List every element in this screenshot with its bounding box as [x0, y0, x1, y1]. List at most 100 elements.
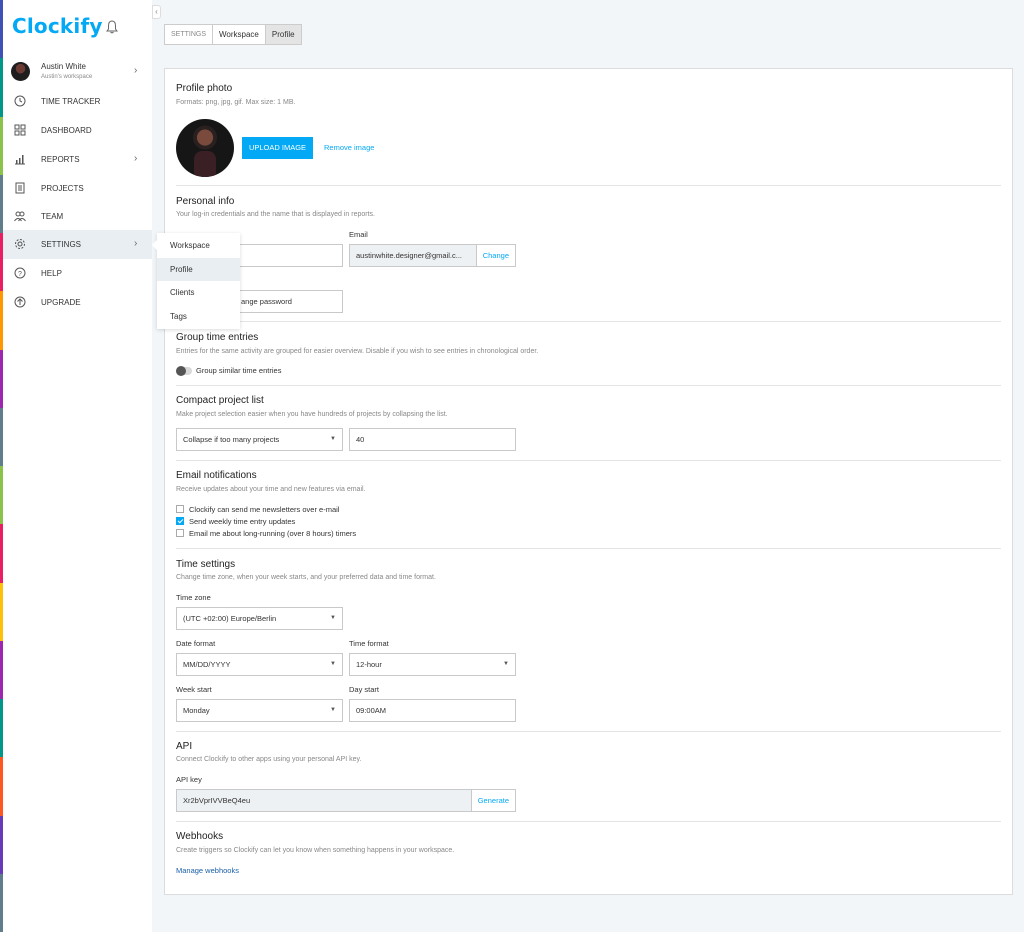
select-value: (UTC +02:00) Europe/Berlin — [183, 614, 277, 623]
section-subtitle: Connect Clockify to other apps using you… — [176, 756, 362, 763]
section-title-personal-info: Personal info — [176, 196, 235, 207]
time-format-select[interactable]: 12-hour ▼ — [349, 653, 516, 676]
caret-down-icon: ▼ — [503, 661, 509, 667]
settings-submenu: Workspace Profile Clients Tags — [152, 233, 240, 329]
api-key-label: API key — [176, 775, 202, 784]
nav-dashboard[interactable]: DASHBOARD — [3, 116, 152, 145]
svg-text:?: ? — [18, 271, 22, 278]
workspace-name: Austin's workspace — [41, 74, 93, 80]
profile-settings-card: Profile photo Formats: png, jpg, gif. Ma… — [164, 68, 1013, 895]
clock-icon — [14, 95, 26, 107]
date-format-label: Date format — [176, 639, 216, 648]
nav-help[interactable]: ? HELP — [3, 259, 152, 288]
user-menu[interactable]: Austin White Austin's workspace › — [3, 57, 152, 87]
checkbox-label: Send weekly time entry updates — [189, 517, 296, 526]
divider — [176, 460, 1001, 461]
nav-label: PROJECTS — [41, 184, 84, 193]
compact-list-select[interactable]: Collapse if too many projects ▼ — [176, 428, 343, 451]
sidebar: Clockify Austin White Austin's workspace… — [3, 0, 152, 932]
date-format-select[interactable]: MM/DD/YYYY ▼ — [176, 653, 343, 676]
nav-settings[interactable]: SETTINGS › — [3, 230, 152, 259]
input-value: 09:00AM — [356, 706, 387, 715]
long-timers-checkbox[interactable] — [176, 529, 184, 537]
divider — [176, 321, 1001, 322]
collapse-sidebar-button[interactable]: ‹ — [152, 5, 161, 19]
section-title-group-entries: Group time entries — [176, 332, 259, 343]
nav-label: DASHBOARD — [41, 126, 92, 135]
section-title-profile-photo: Profile photo — [176, 83, 233, 94]
section-subtitle: Entries for the same activity are groupe… — [176, 348, 539, 355]
nav-reports[interactable]: REPORTS › — [3, 145, 152, 174]
chevron-right-icon: › — [134, 153, 138, 164]
user-name: Austin White — [41, 62, 86, 71]
timezone-select[interactable]: (UTC +02:00) Europe/Berlin ▼ — [176, 607, 343, 630]
day-start-input[interactable]: 09:00AM — [349, 699, 516, 722]
checkbox-label: Email me about long-running (over 8 hour… — [189, 529, 357, 538]
nav-label: SETTINGS — [41, 240, 82, 249]
avatar — [11, 62, 30, 81]
nav-label: HELP — [41, 269, 62, 278]
select-value: Collapse if too many projects — [183, 435, 280, 444]
nav-upgrade[interactable]: UPGRADE — [3, 288, 152, 317]
submenu-item-clients[interactable]: Clients — [157, 281, 240, 304]
bell-icon[interactable] — [106, 20, 118, 34]
chart-icon — [15, 155, 25, 165]
email-field: austinwhite.designer@gmail.c... Change — [349, 244, 516, 267]
team-icon — [14, 211, 26, 222]
section-subtitle: Your log-in credentials and the name tha… — [176, 211, 375, 218]
upgrade-icon — [14, 296, 26, 308]
section-title-email-notifications: Email notifications — [176, 470, 257, 481]
caret-down-icon: ▼ — [330, 661, 336, 667]
nav-label: TEAM — [41, 212, 64, 221]
upload-image-button[interactable]: UPLOAD IMAGE — [242, 137, 313, 159]
newsletter-checkbox[interactable] — [176, 505, 184, 513]
checkbox-label: Clockify can send me newsletters over e-… — [189, 505, 340, 514]
submenu-item-workspace[interactable]: Workspace — [157, 234, 240, 257]
tab-settings[interactable]: SETTINGS — [165, 25, 214, 44]
week-start-select[interactable]: Monday ▼ — [176, 699, 343, 722]
generate-api-key-button[interactable]: Generate — [470, 790, 515, 811]
chevron-right-icon: › — [134, 238, 138, 249]
app-logo[interactable]: Clockify — [12, 14, 103, 38]
grid-icon — [14, 124, 26, 136]
divider — [176, 548, 1001, 549]
caret-down-icon: ▼ — [330, 436, 336, 442]
divider — [176, 385, 1001, 386]
time-format-label: Time format — [349, 639, 389, 648]
section-title-webhooks: Webhooks — [176, 831, 224, 842]
caret-down-icon: ▼ — [330, 707, 336, 713]
select-value: Monday — [183, 706, 210, 715]
section-subtitle: Change time zone, when your week starts,… — [176, 574, 436, 581]
nav-label: UPGRADE — [41, 298, 81, 307]
nav-projects[interactable]: PROJECTS — [3, 174, 152, 203]
section-title-compact-list: Compact project list — [176, 395, 264, 406]
nav-time-tracker[interactable]: TIME TRACKER — [3, 87, 152, 116]
help-icon: ? — [14, 267, 26, 279]
nav-team[interactable]: TEAM — [3, 202, 152, 231]
project-threshold-input[interactable]: 40 — [349, 428, 516, 451]
input-value: 40 — [356, 435, 365, 444]
breadcrumb-tabs: SETTINGS Workspace Profile — [164, 24, 302, 45]
email-label: Email — [349, 230, 368, 239]
tab-workspace[interactable]: Workspace — [213, 25, 266, 44]
change-email-button[interactable]: Change — [475, 245, 515, 266]
group-entries-toggle[interactable] — [176, 366, 192, 376]
profile-photo — [176, 119, 234, 177]
tab-profile[interactable]: Profile — [265, 25, 301, 44]
weekly-updates-checkbox[interactable] — [176, 517, 184, 525]
submenu-item-tags[interactable]: Tags — [157, 305, 240, 328]
change-password-label: ange password — [241, 297, 292, 306]
timezone-label: Time zone — [176, 593, 211, 602]
section-subtitle: Receive updates about your time and new … — [176, 486, 366, 493]
day-start-label: Day start — [349, 685, 380, 694]
select-value: 12-hour — [356, 660, 382, 669]
nav-label: REPORTS — [41, 155, 80, 164]
manage-webhooks-link[interactable]: Manage webhooks — [176, 866, 239, 875]
chevron-right-icon: › — [134, 65, 138, 76]
caret-down-icon: ▼ — [330, 615, 336, 621]
remove-image-link[interactable]: Remove image — [324, 143, 374, 152]
submenu-item-profile[interactable]: Profile — [157, 258, 240, 281]
email-value: austinwhite.designer@gmail.c... — [356, 251, 462, 260]
api-key-value: Xr2bVprIVVBeQ4eu — [183, 796, 251, 805]
divider — [176, 731, 1001, 732]
